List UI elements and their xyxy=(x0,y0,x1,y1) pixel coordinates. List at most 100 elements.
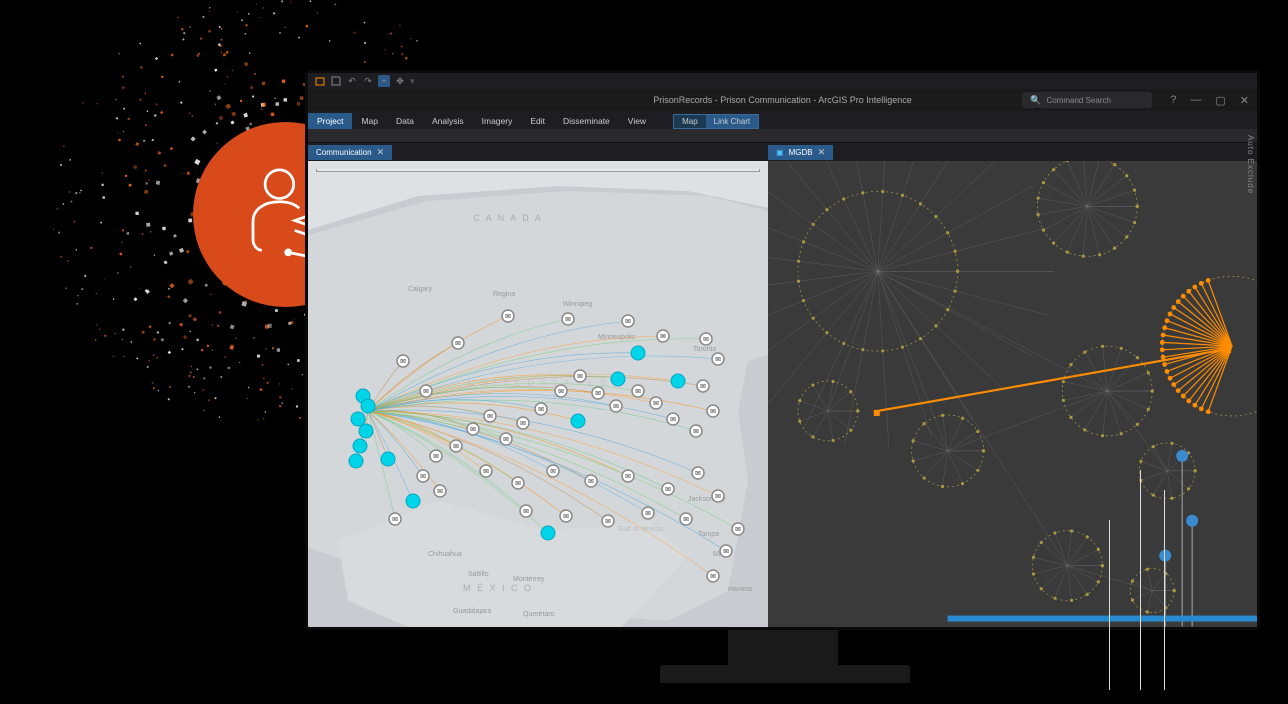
svg-text:Saltillo: Saltillo xyxy=(468,571,489,578)
auto-exclude-tab[interactable]: Auto Exclude xyxy=(1246,135,1255,194)
svg-text:Querétaro: Querétaro xyxy=(523,611,555,618)
map-panel: Communication ✕ C A N A D A U N I T E D … xyxy=(308,143,768,627)
svg-text:Toronto: Toronto xyxy=(693,346,716,353)
map-surface[interactable]: C A N A D A U N I T E D S T A T E S M É … xyxy=(308,161,768,627)
svg-text:Havana: Havana xyxy=(728,586,752,593)
svg-text:✉: ✉ xyxy=(538,407,544,414)
svg-text:✉: ✉ xyxy=(665,487,671,494)
monitor-stand-base xyxy=(660,665,910,683)
svg-text:Chihuahua: Chihuahua xyxy=(428,551,462,558)
svg-text:Winnipeg: Winnipeg xyxy=(563,301,592,308)
svg-text:Gulf of Mexico: Gulf of Mexico xyxy=(618,526,663,533)
svg-text:✉: ✉ xyxy=(515,481,521,488)
map-tab-label: Communication xyxy=(316,148,372,157)
monitor-stand xyxy=(728,630,838,670)
save-icon[interactable] xyxy=(330,75,342,87)
svg-text:✉: ✉ xyxy=(625,319,631,326)
svg-text:Monterrey: Monterrey xyxy=(513,576,545,583)
explore-icon[interactable]: ✥ xyxy=(394,75,406,87)
ribbon-tab-imagery[interactable]: Imagery xyxy=(473,113,522,129)
svg-text:✉: ✉ xyxy=(653,401,659,408)
svg-text:Tampa: Tampa xyxy=(698,531,719,538)
ribbon-panel xyxy=(308,129,1257,143)
context-tab-link-chart[interactable]: Link Chart xyxy=(706,115,758,128)
svg-text:✉: ✉ xyxy=(700,384,706,391)
search-placeholder: Command Search xyxy=(1046,96,1110,105)
ribbon-tab-edit[interactable]: Edit xyxy=(521,113,554,129)
svg-text:✉: ✉ xyxy=(723,549,729,556)
svg-text:✉: ✉ xyxy=(695,471,701,478)
add-icon[interactable]: + xyxy=(378,75,390,87)
svg-text:Calgary: Calgary xyxy=(408,286,433,293)
decorative-line xyxy=(1140,470,1141,690)
svg-text:✉: ✉ xyxy=(503,437,509,444)
chart-tab-label: MGDB xyxy=(789,148,813,157)
svg-text:✉: ✉ xyxy=(595,391,601,398)
decorative-line xyxy=(1109,520,1110,690)
svg-text:✉: ✉ xyxy=(710,574,716,581)
svg-text:✉: ✉ xyxy=(625,474,631,481)
svg-text:✉: ✉ xyxy=(670,417,676,424)
monitor-screen: ↶ ↷ + ✥ ▾ PrisonRecords - Prison Communi… xyxy=(305,70,1260,630)
ribbon-tabs: ProjectMapDataAnalysisImageryEditDissemi… xyxy=(308,111,1257,129)
redo-icon[interactable]: ↷ xyxy=(362,75,374,87)
ribbon-tab-view[interactable]: View xyxy=(619,113,655,129)
svg-text:✉: ✉ xyxy=(550,469,556,476)
svg-text:✉: ✉ xyxy=(470,427,476,434)
link-chart-surface[interactable] xyxy=(768,161,1257,627)
title-bar: PrisonRecords - Prison Communication - A… xyxy=(308,89,1257,111)
svg-text:✉: ✉ xyxy=(420,474,426,481)
svg-text:✉: ✉ xyxy=(715,494,721,501)
svg-text:✉: ✉ xyxy=(487,414,493,421)
svg-text:✉: ✉ xyxy=(645,511,651,518)
search-icon: 🔍 xyxy=(1030,95,1041,106)
ribbon-tab-disseminate[interactable]: Disseminate xyxy=(554,113,619,129)
svg-text:✉: ✉ xyxy=(523,509,529,516)
svg-text:✉: ✉ xyxy=(710,409,716,416)
project-icon[interactable] xyxy=(314,75,326,87)
svg-text:Regina: Regina xyxy=(493,291,515,298)
minimize-button[interactable]: — xyxy=(1190,94,1201,107)
svg-text:✉: ✉ xyxy=(613,404,619,411)
svg-text:✉: ✉ xyxy=(400,359,406,366)
svg-text:✉: ✉ xyxy=(483,469,489,476)
app-title: PrisonRecords - Prison Communication - A… xyxy=(653,95,912,105)
svg-text:✉: ✉ xyxy=(453,444,459,451)
svg-text:✉: ✉ xyxy=(577,374,583,381)
svg-text:✉: ✉ xyxy=(565,317,571,324)
svg-text:✉: ✉ xyxy=(392,517,398,524)
help-button[interactable]: ? xyxy=(1170,94,1176,107)
svg-text:✉: ✉ xyxy=(715,357,721,364)
close-tab-icon[interactable]: ✕ xyxy=(818,147,826,158)
svg-text:✉: ✉ xyxy=(455,341,461,348)
svg-text:✉: ✉ xyxy=(683,517,689,524)
svg-text:✉: ✉ xyxy=(735,527,741,534)
map-view-tab[interactable]: Communication ✕ xyxy=(308,145,392,160)
link-chart-tab[interactable]: ▣ MGDB ✕ xyxy=(768,145,833,160)
close-tab-icon[interactable]: ✕ xyxy=(377,147,385,158)
label-canada: C A N A D A xyxy=(473,213,543,223)
decorative-line xyxy=(1164,490,1165,690)
close-button[interactable]: ✕ xyxy=(1240,94,1249,107)
svg-text:✉: ✉ xyxy=(588,479,594,486)
svg-text:✉: ✉ xyxy=(563,514,569,521)
svg-text:✉: ✉ xyxy=(520,421,526,428)
ribbon-tab-data[interactable]: Data xyxy=(387,113,423,129)
svg-text:✉: ✉ xyxy=(635,389,641,396)
svg-text:✉: ✉ xyxy=(437,489,443,496)
svg-text:✉: ✉ xyxy=(605,519,611,526)
workspace: Communication ✕ C A N A D A U N I T E D … xyxy=(308,143,1257,627)
label-mexico: M É X I C O xyxy=(463,583,533,593)
svg-text:✉: ✉ xyxy=(693,429,699,436)
link-chart-panel: ▣ MGDB ✕ xyxy=(768,143,1257,627)
scale-bar xyxy=(316,169,760,172)
ribbon-tab-project[interactable]: Project xyxy=(308,113,352,129)
ribbon-tab-map[interactable]: Map xyxy=(352,113,387,129)
context-tab-map[interactable]: Map xyxy=(674,115,706,128)
command-search[interactable]: 🔍 Command Search xyxy=(1022,92,1152,108)
ribbon-tab-analysis[interactable]: Analysis xyxy=(423,113,473,129)
svg-text:✉: ✉ xyxy=(660,334,666,341)
maximize-button[interactable]: ▢ xyxy=(1215,94,1225,107)
quick-access-toolbar: ↶ ↷ + ✥ ▾ xyxy=(308,73,1257,89)
undo-icon[interactable]: ↶ xyxy=(346,75,358,87)
